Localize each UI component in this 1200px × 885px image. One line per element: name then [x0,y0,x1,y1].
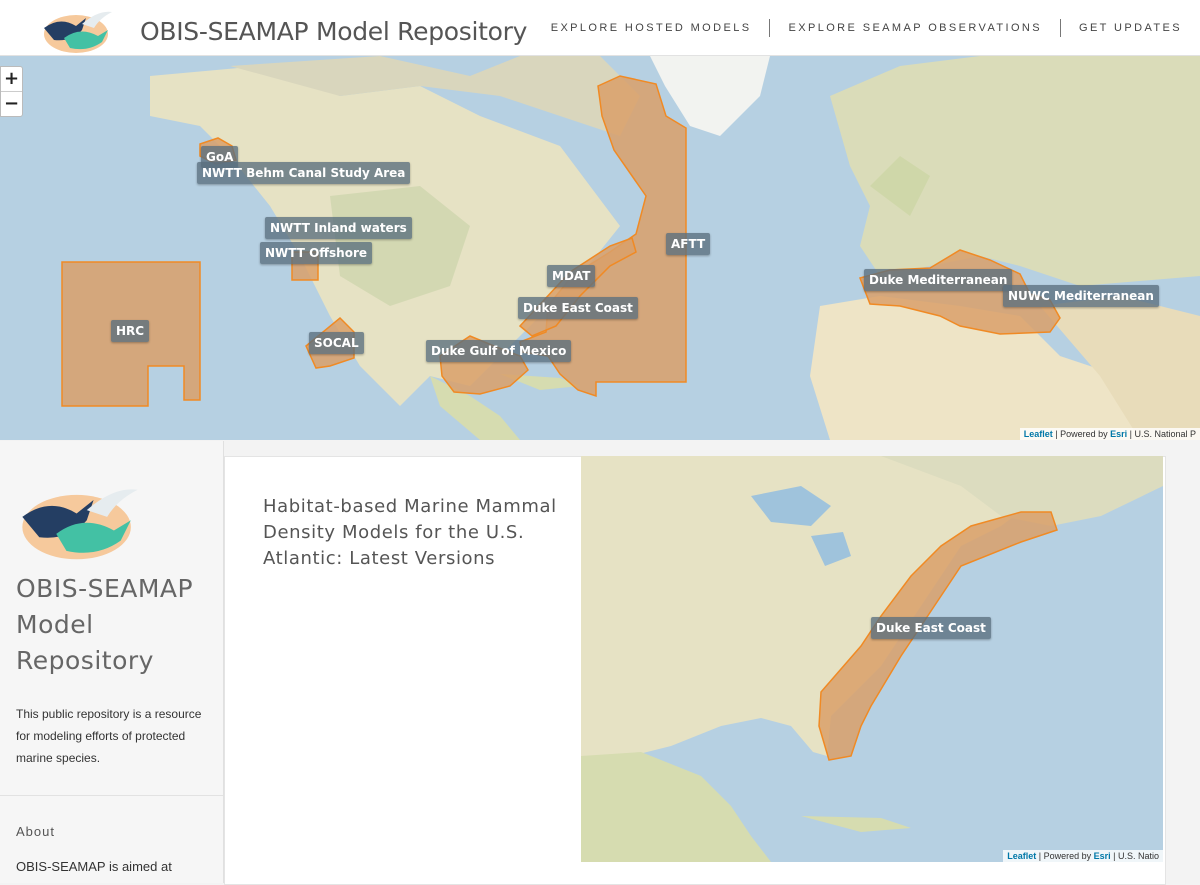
sidebar-description: This public repository is a resource for… [16,707,202,765]
seamap-logo[interactable] [42,8,114,54]
map-attribution: Leaflet | Powered by Esri | U.S. Natio [1003,850,1163,862]
region-label-aftt[interactable]: AFTT [666,233,711,255]
top-header: OBIS-SEAMAP Model Repository EXPLORE HOS… [0,0,1200,56]
region-label-nwtt-offshore[interactable]: NWTT Offshore [260,242,373,264]
world-map[interactable]: GoA NWTT Behm Canal Study Area NWTT Inla… [0,56,1200,440]
region-label-nwtt-behm-canal[interactable]: NWTT Behm Canal Study Area [197,162,411,184]
map-attribution: Leaflet | Powered by Esri | U.S. Nationa… [1019,428,1200,440]
atlantic-map[interactable]: Duke East Coast Leaflet | Powered by Esr… [581,456,1163,862]
sidebar: OBIS-SEAMAP Model Repository This public… [0,441,224,883]
region-label-duke-gulf-of-mexico[interactable]: Duke Gulf of Mexico [426,340,572,362]
region-label-nuwc-mediterranean[interactable]: NUWC Mediterranean [1003,285,1159,307]
region-label-duke-east-coast[interactable]: Duke East Coast [871,617,991,639]
nav-explore-seamap-observations[interactable]: EXPLORE SEAMAP OBSERVATIONS [770,22,1060,34]
atlantic-map-canvas [581,456,1163,862]
region-label-hrc[interactable]: HRC [111,320,150,342]
model-card-title[interactable]: Habitat-based Marine Mammal Density Mode… [263,494,563,572]
zoom-out-button[interactable]: − [1,92,22,116]
top-nav: EXPLORE HOSTED MODELS EXPLORE SEAMAP OBS… [533,0,1200,55]
zoom-control: + − [0,66,23,117]
region-label-duke-mediterranean[interactable]: Duke Mediterranean [864,269,1013,291]
region-label-duke-east-coast[interactable]: Duke East Coast [518,297,638,319]
about-text: OBIS-SEAMAP is aimed at [16,859,172,874]
about-heading: About [16,824,55,839]
esri-link[interactable]: Esri [1094,851,1111,861]
sidebar-divider [0,795,223,796]
site-title[interactable]: OBIS-SEAMAP Model Repository [140,17,527,46]
world-map-canvas [0,56,1200,440]
nav-get-updates[interactable]: GET UPDATES [1061,22,1200,34]
region-label-socal[interactable]: SOCAL [309,332,364,354]
leaflet-link[interactable]: Leaflet [1007,851,1036,861]
nav-explore-hosted-models[interactable]: EXPLORE HOSTED MODELS [533,22,770,34]
seamap-logo[interactable] [16,483,144,561]
attribution-text: | U.S. Natio [1110,851,1159,861]
esri-link[interactable]: Esri [1110,429,1127,439]
leaflet-link[interactable]: Leaflet [1024,429,1053,439]
attribution-text: | Powered by [1052,429,1111,439]
attribution-text: | Powered by [1036,851,1094,861]
sidebar-title: OBIS-SEAMAP Model Repository [16,574,194,675]
zoom-in-button[interactable]: + [1,67,22,92]
region-label-mdat[interactable]: MDAT [547,265,596,287]
attribution-text: | U.S. National P [1127,429,1196,439]
region-label-nwtt-inland-waters[interactable]: NWTT Inland waters [265,217,412,239]
